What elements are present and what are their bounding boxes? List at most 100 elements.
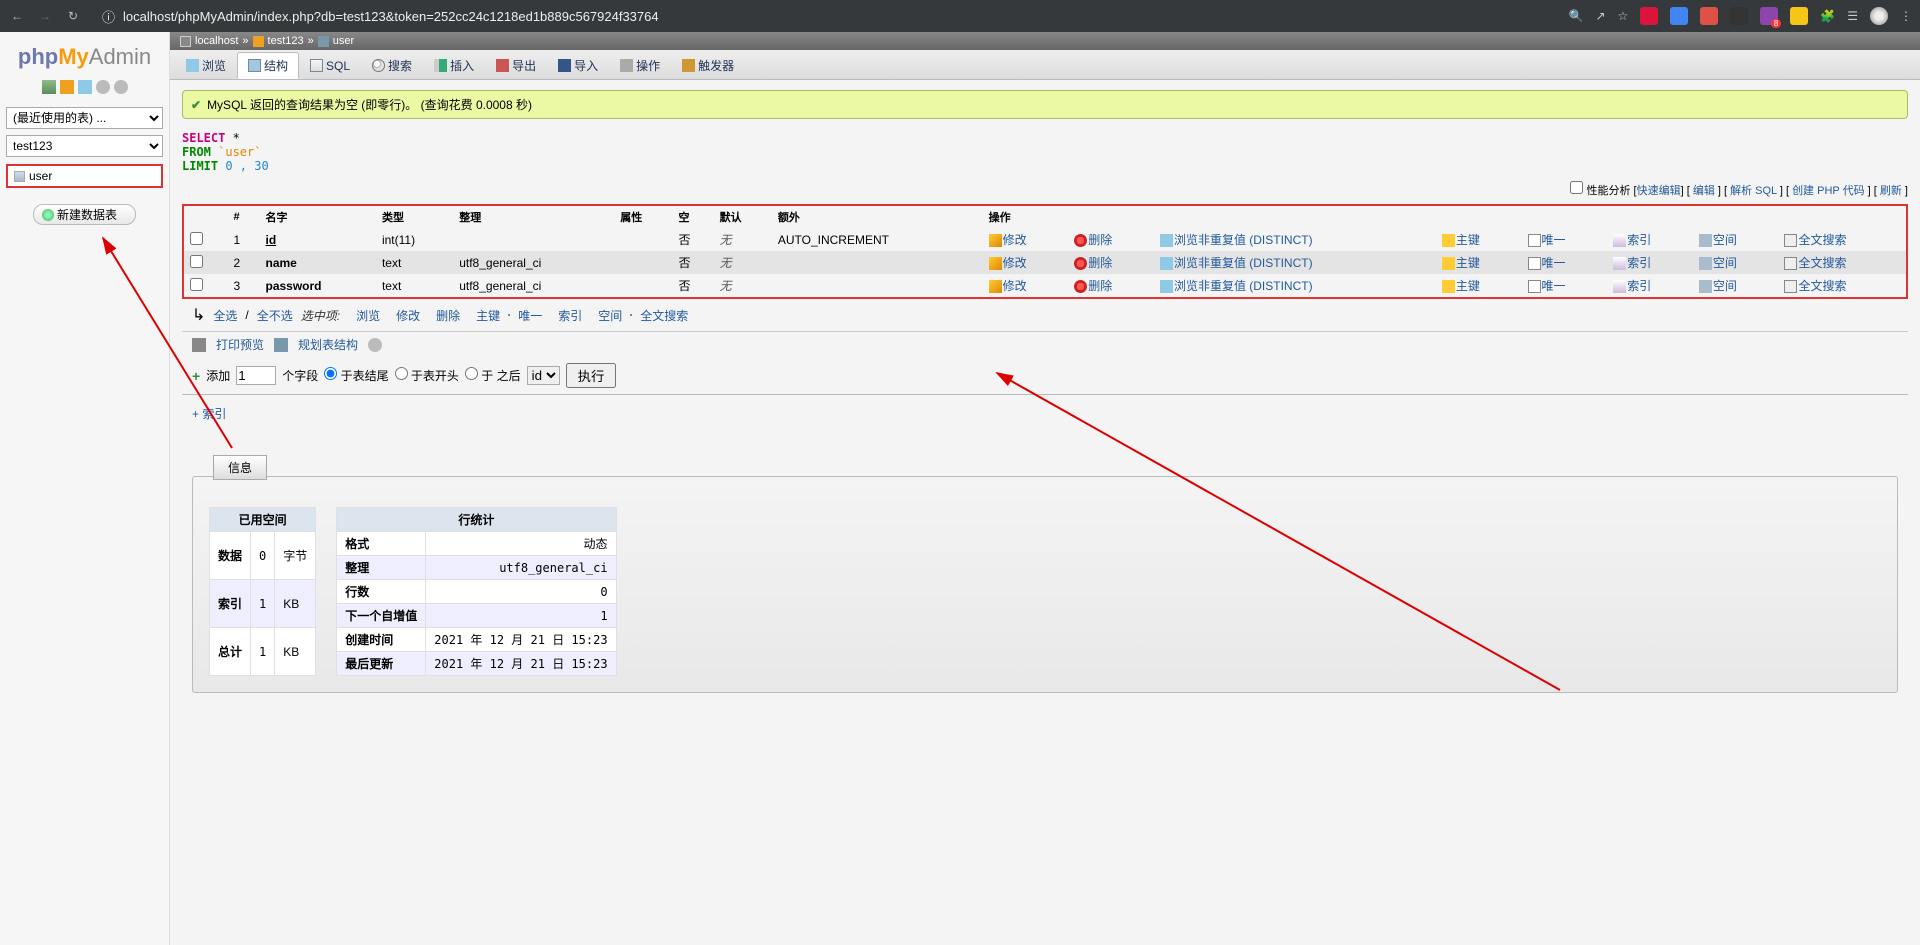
tab-structure[interactable]: 结构 — [237, 52, 299, 79]
zoom-icon[interactable]: 🔍 — [1569, 9, 1584, 23]
bulk-unique[interactable]: 唯一 — [518, 307, 542, 324]
col-drop[interactable]: 删除 — [1088, 256, 1112, 270]
col-spatial[interactable]: 空间 — [1713, 256, 1737, 270]
col-index[interactable]: 索引 — [1627, 279, 1651, 293]
column-name: name — [260, 251, 376, 274]
col-index[interactable]: 索引 — [1627, 233, 1651, 247]
spatial-icon — [1699, 280, 1712, 293]
bulk-spatial[interactable]: 空间 — [598, 307, 622, 324]
reload-nav-icon[interactable] — [114, 80, 128, 94]
tab-search[interactable]: 搜索 — [361, 52, 423, 79]
sidebar-table-user[interactable]: user — [6, 164, 163, 188]
idm-icon[interactable] — [1790, 7, 1808, 25]
google-translate-icon[interactable] — [1670, 7, 1688, 25]
share-icon[interactable]: ↗ — [1595, 9, 1605, 23]
docs-icon[interactable] — [96, 80, 110, 94]
crumb-table[interactable]: user — [333, 35, 354, 47]
col-spatial[interactable]: 空间 — [1713, 233, 1737, 247]
extension-icon-1[interactable] — [1700, 7, 1718, 25]
col-primary[interactable]: 主键 — [1456, 279, 1480, 293]
add-go-button[interactable]: 执行 — [566, 363, 617, 388]
col-spatial[interactable]: 空间 — [1713, 279, 1737, 293]
bulk-edit[interactable]: 修改 — [396, 307, 420, 324]
site-info-icon[interactable]: ⓘ — [102, 7, 115, 26]
link-inline-edit[interactable]: 快速编辑 — [1637, 185, 1681, 197]
col-fulltext[interactable]: 全文搜索 — [1798, 256, 1846, 270]
col-fulltext[interactable]: 全文搜索 — [1798, 279, 1846, 293]
col-primary[interactable]: 主键 — [1456, 233, 1480, 247]
col-index[interactable]: 索引 — [1627, 256, 1651, 270]
bulk-browse[interactable]: 浏览 — [356, 307, 380, 324]
link-analyze-structure[interactable]: 规划表结构 — [298, 336, 358, 353]
column-checkbox[interactable] — [190, 278, 203, 291]
radio-at-begin[interactable] — [395, 367, 408, 380]
reload-button[interactable]: ↻ — [64, 7, 82, 25]
crumb-database[interactable]: test123 — [268, 35, 304, 47]
link-explain[interactable]: 解析 SQL — [1730, 185, 1777, 197]
tab-operations[interactable]: 操作 — [609, 52, 671, 79]
column-checkbox[interactable] — [190, 232, 203, 245]
extension-icon-2[interactable] — [1730, 7, 1748, 25]
extension-icon-badge[interactable] — [1760, 7, 1778, 25]
link-uncheck-all[interactable]: 全不选 — [257, 307, 293, 324]
link-print-view[interactable]: 打印预览 — [216, 336, 264, 353]
crumb-server[interactable]: localhost — [195, 35, 238, 47]
profile-avatar[interactable] — [1870, 7, 1888, 25]
help-icon[interactable] — [368, 338, 382, 352]
col-unique[interactable]: 唯一 — [1542, 279, 1566, 293]
tab-import[interactable]: 导入 — [547, 52, 609, 79]
tab-export[interactable]: 导出 — [485, 52, 547, 79]
bookmark-star-icon[interactable]: ☆ — [1618, 9, 1629, 23]
col-browse-distinct[interactable]: 浏览非重复值 (DISTINCT) — [1174, 279, 1313, 293]
query-window-icon[interactable] — [78, 80, 92, 94]
recent-tables-select[interactable]: (最近使用的表) ... — [6, 107, 163, 129]
bulk-drop[interactable]: 删除 — [436, 307, 460, 324]
col-browse-distinct[interactable]: 浏览非重复值 (DISTINCT) — [1174, 233, 1313, 247]
database-select[interactable]: test123 — [6, 135, 163, 157]
logout-icon[interactable] — [60, 80, 74, 94]
back-button[interactable]: ← — [8, 7, 26, 25]
link-refresh[interactable]: 刷新 — [1880, 185, 1902, 197]
new-table-button[interactable]: 新建数据表 — [33, 204, 136, 225]
tab-insert[interactable]: 插入 — [423, 52, 485, 79]
delete-icon — [1074, 257, 1087, 270]
bulk-fulltext[interactable]: 全文搜索 — [640, 307, 688, 324]
add-count-input[interactable] — [236, 366, 276, 385]
add-after-column-select[interactable]: id — [527, 366, 560, 385]
col-fulltext[interactable]: 全文搜索 — [1798, 233, 1846, 247]
bulk-index[interactable]: 索引 — [558, 307, 582, 324]
adblock-icon[interactable] — [1640, 7, 1658, 25]
link-edit[interactable]: 编辑 — [1693, 185, 1715, 197]
tab-sql[interactable]: SQL — [299, 52, 361, 79]
column-checkbox[interactable] — [190, 255, 203, 268]
col-primary[interactable]: 主键 — [1456, 256, 1480, 270]
col-drop[interactable]: 删除 — [1088, 279, 1112, 293]
col-edit[interactable]: 修改 — [1003, 233, 1027, 247]
col-edit[interactable]: 修改 — [1003, 256, 1027, 270]
database-icon — [253, 36, 264, 47]
col-unique[interactable]: 唯一 — [1542, 256, 1566, 270]
col-drop[interactable]: 删除 — [1088, 233, 1112, 247]
home-icon[interactable] — [42, 80, 56, 94]
radio-at-end[interactable] — [324, 367, 337, 380]
link-php[interactable]: 创建 PHP 代码 — [1792, 185, 1865, 197]
fulltext-icon — [1784, 257, 1797, 270]
query-notice: ✔ MySQL 返回的查询结果为空 (即零行)。 (查询花费 0.0008 秒) — [182, 90, 1908, 119]
indexes-toggle[interactable]: + 索引 — [192, 407, 226, 421]
col-edit[interactable]: 修改 — [1003, 279, 1027, 293]
primary-key-icon — [1442, 257, 1455, 270]
link-check-all[interactable]: 全选 — [213, 307, 237, 324]
tab-browse[interactable]: 浏览 — [175, 52, 237, 79]
profile-checkbox[interactable] — [1570, 181, 1583, 194]
browser-menu-icon[interactable]: ⋮ — [1900, 9, 1912, 23]
extensions-puzzle-icon[interactable]: 🧩 — [1820, 9, 1835, 23]
index-icon — [1613, 280, 1626, 293]
tab-triggers[interactable]: 触发器 — [671, 52, 745, 79]
col-browse-distinct[interactable]: 浏览非重复值 (DISTINCT) — [1174, 256, 1313, 270]
col-unique[interactable]: 唯一 — [1542, 233, 1566, 247]
url-text[interactable]: localhost/phpMyAdmin/index.php?db=test12… — [123, 9, 659, 24]
forward-button[interactable]: → — [36, 7, 54, 25]
bulk-primary[interactable]: 主键 — [476, 307, 500, 324]
radio-after[interactable] — [465, 367, 478, 380]
reading-list-icon[interactable]: ☰ — [1847, 9, 1858, 23]
